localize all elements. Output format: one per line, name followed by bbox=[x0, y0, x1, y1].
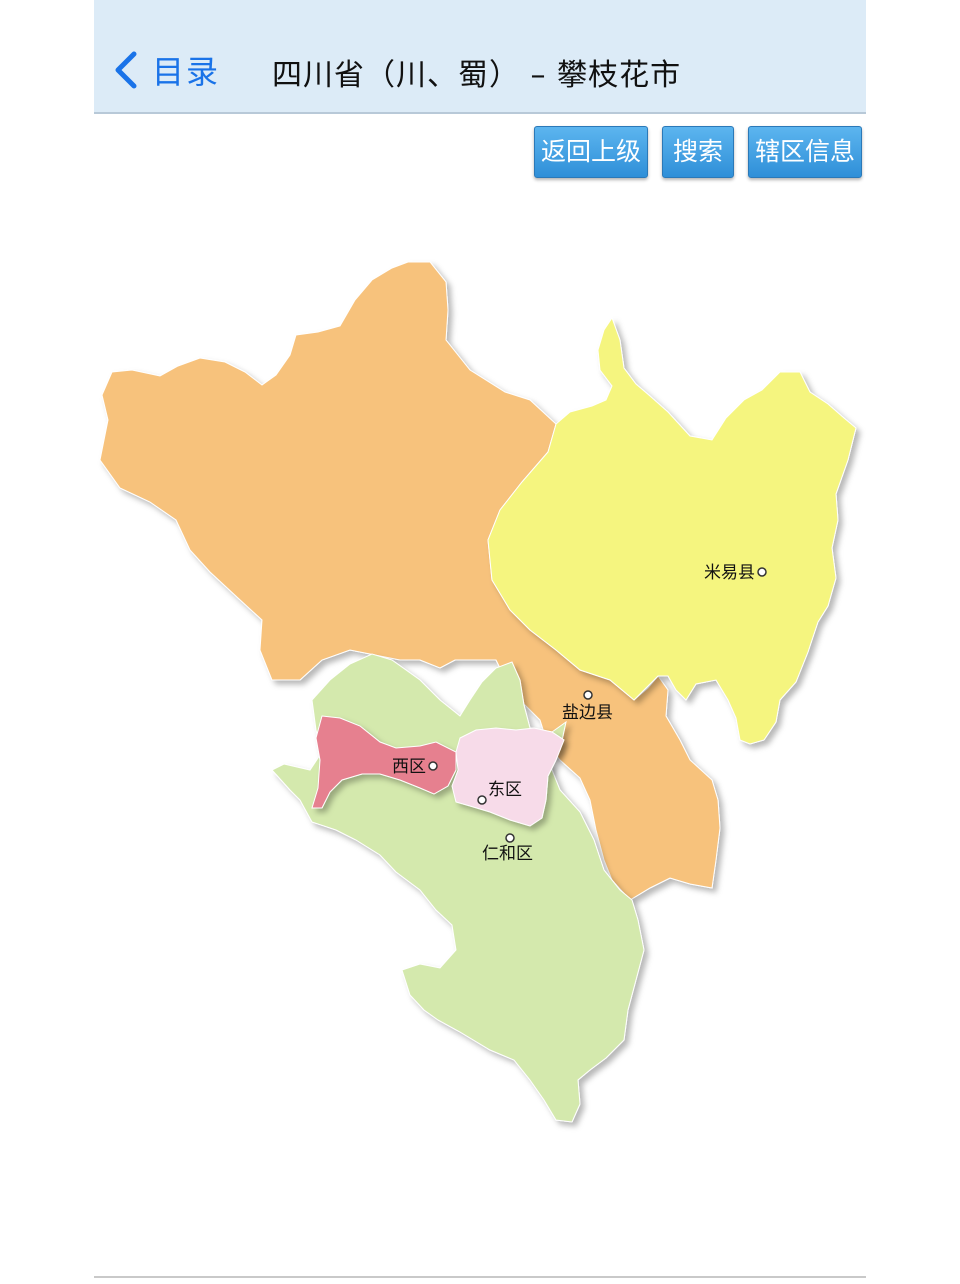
svg-text:仁和区: 仁和区 bbox=[482, 844, 533, 864]
svg-text:东区: 东区 bbox=[488, 780, 522, 800]
map-area: 米易县 盐边县 西区 东区 仁和区 bbox=[0, 0, 960, 1280]
district-map: 米易县 盐边县 西区 东区 仁和区 bbox=[99, 261, 857, 1123]
svg-text:盐边县: 盐边县 bbox=[562, 703, 613, 723]
svg-text:米易县: 米易县 bbox=[704, 563, 755, 583]
svg-text:西区: 西区 bbox=[392, 757, 426, 777]
bottom-divider bbox=[94, 1276, 866, 1278]
